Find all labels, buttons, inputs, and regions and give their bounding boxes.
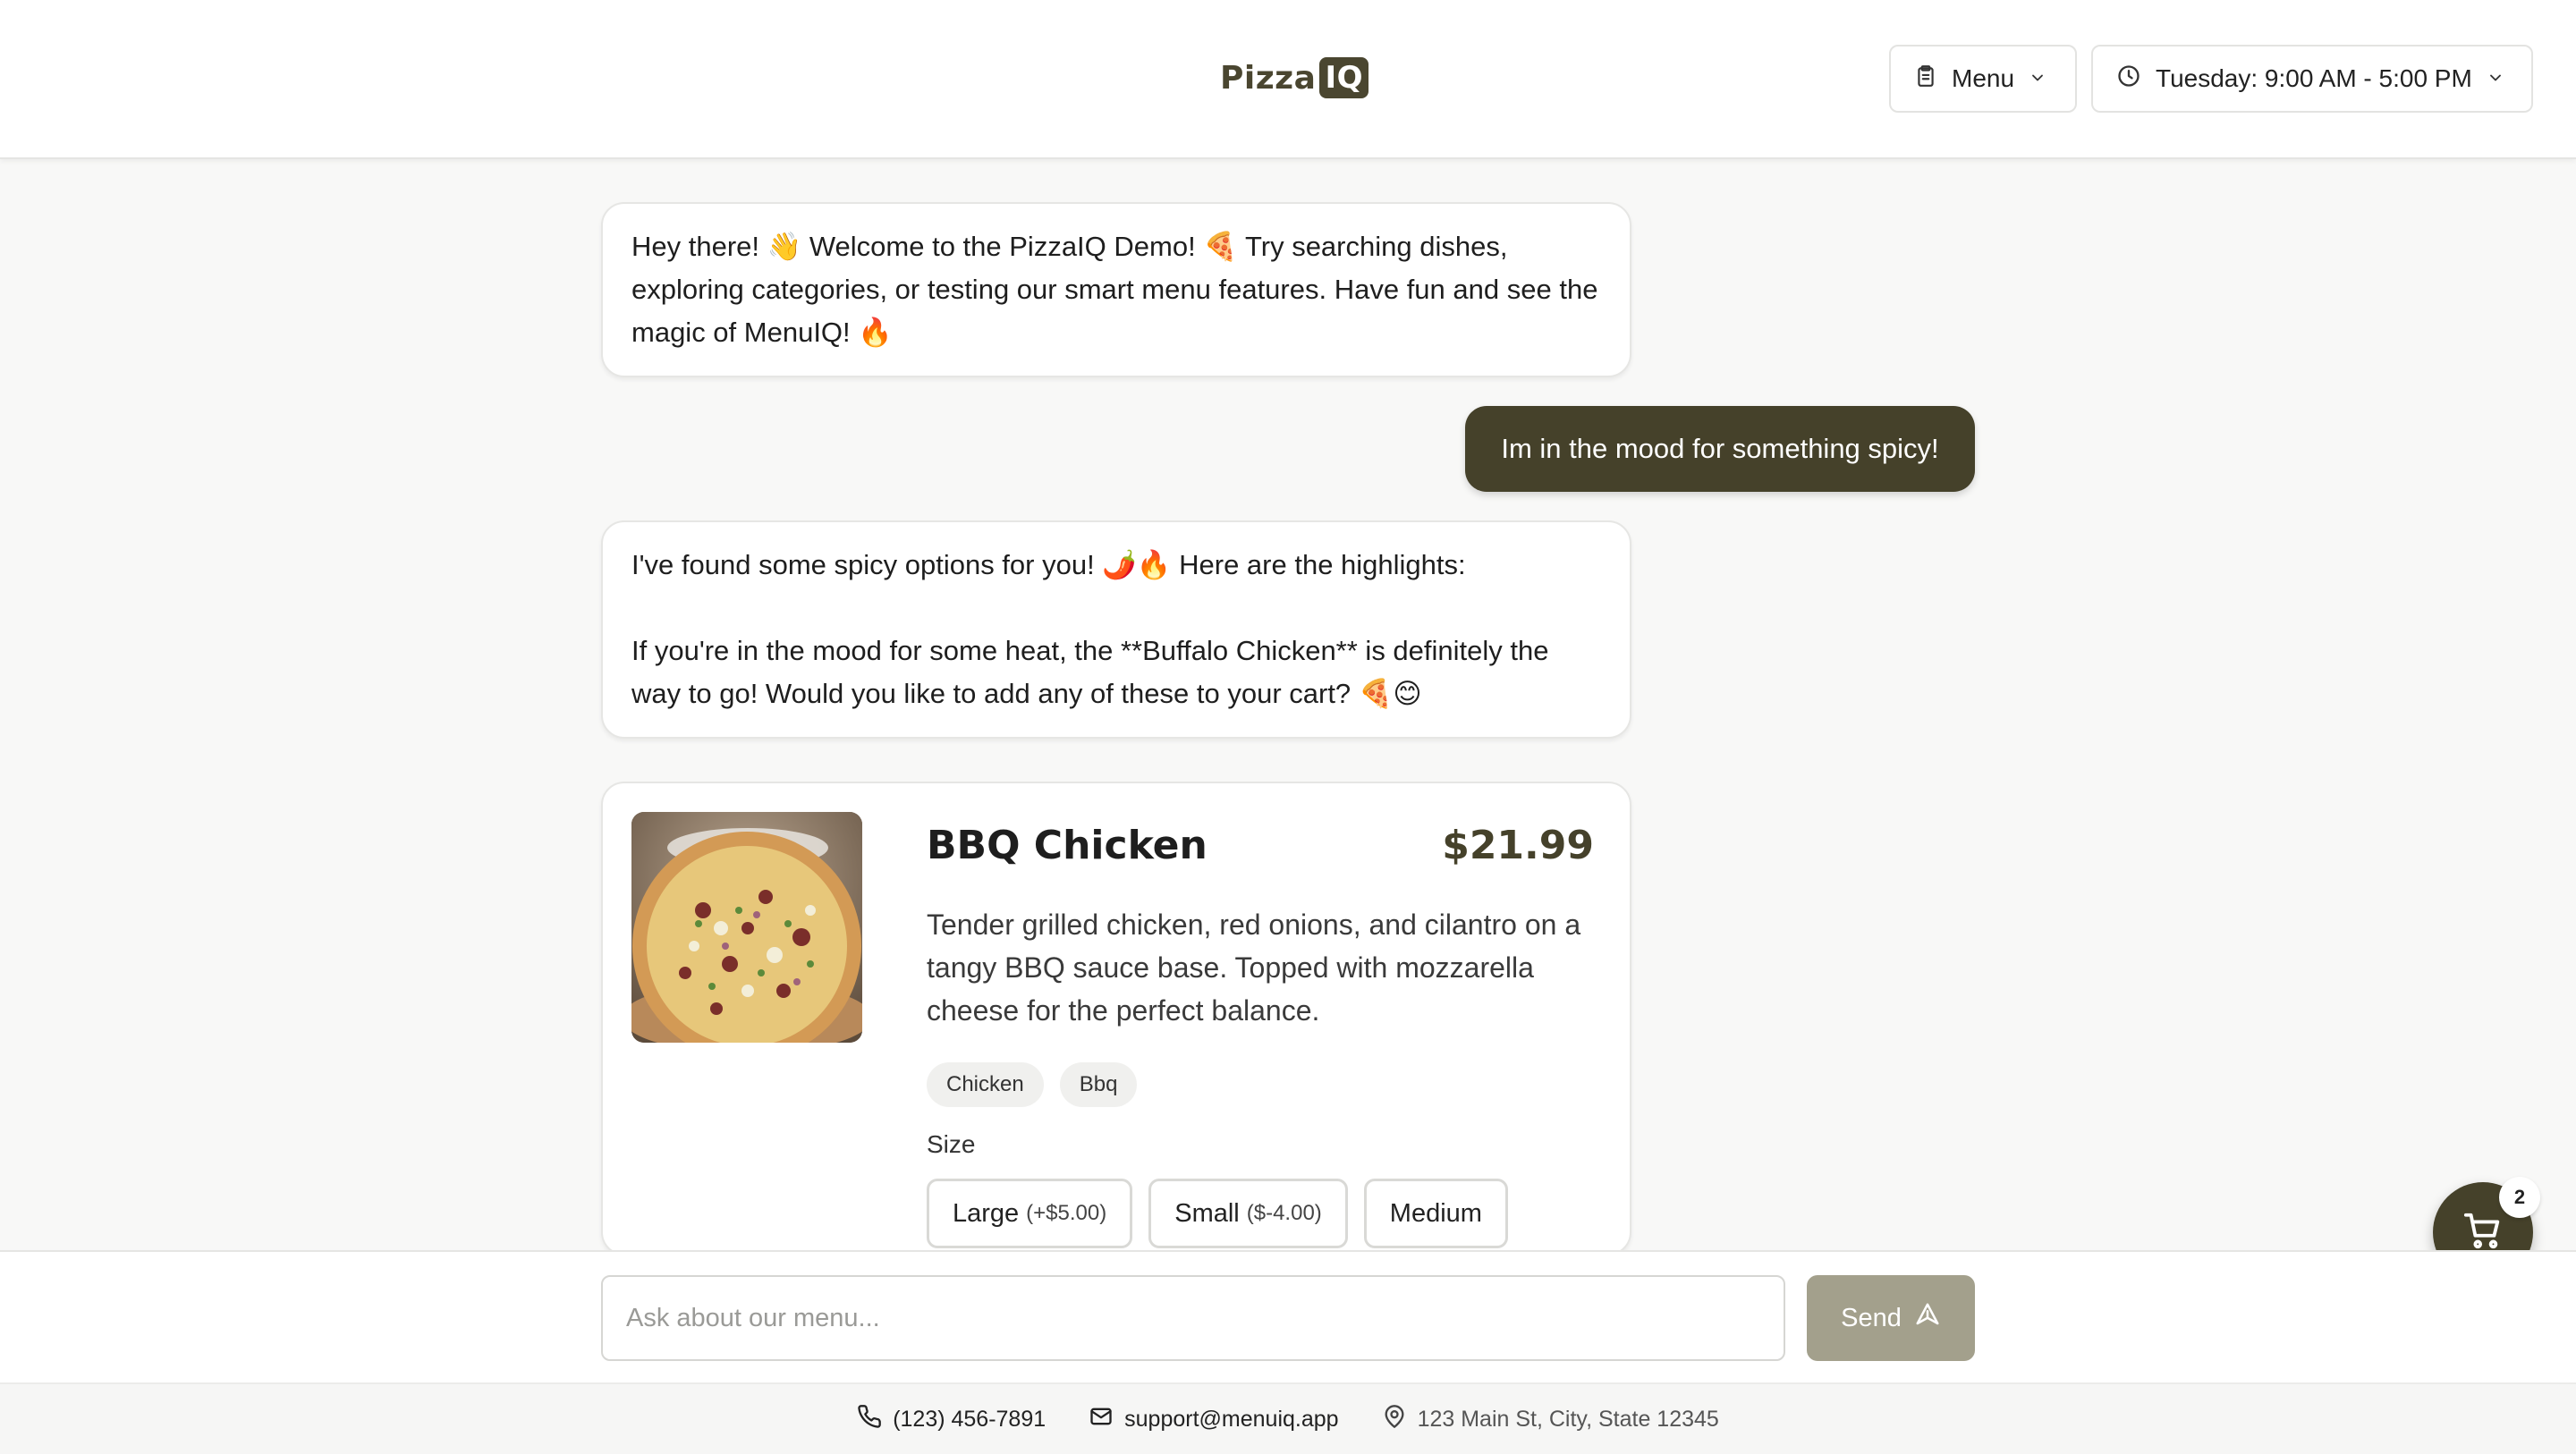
chevron-down-icon <box>2487 64 2504 93</box>
chat-input[interactable] <box>601 1275 1785 1361</box>
size-option-large[interactable]: Large (+$5.00) <box>927 1179 1133 1248</box>
size-price-modifier: ($-4.00) <box>1246 1201 1322 1225</box>
size-name: Large <box>953 1198 1020 1228</box>
product-tags: Chicken Bbq <box>927 1062 1138 1107</box>
phone-icon <box>857 1404 882 1435</box>
size-options: Large (+$5.00) Small ($-4.00) Medium <box>927 1179 1508 1248</box>
footer-address[interactable]: 123 Main St, City, State 12345 <box>1382 1404 1719 1435</box>
menu-button-label: Menu <box>1952 64 2015 92</box>
hours-dropdown-button[interactable]: Tuesday: 9:00 AM - 5:00 PM <box>2091 45 2533 113</box>
menu-dropdown-button[interactable]: Menu <box>1889 45 2077 113</box>
product-card: BBQ Chicken $21.99 Tender grilled chicke… <box>601 782 1631 1255</box>
assistant-message-welcome: Hey there! 👋 Welcome to the PizzaIQ Demo… <box>601 202 1631 377</box>
pizzaiq-logo[interactable]: Pizza IQ <box>1220 55 1368 100</box>
logo-text: Pizza <box>1220 59 1317 97</box>
tag-bbq: Bbq <box>1059 1062 1138 1107</box>
logo-badge: IQ <box>1319 57 1368 98</box>
chat-input-bar: Send <box>0 1250 2576 1382</box>
product-description: Tender grilled chicken, red onions, and … <box>927 909 1581 1027</box>
footer-email[interactable]: support@menuiq.app <box>1089 1404 1339 1435</box>
clipboard-icon <box>1914 64 1937 94</box>
hours-label: Tuesday: 9:00 AM - 5:00 PM <box>2156 64 2472 92</box>
size-label: Size <box>927 1130 976 1158</box>
size-price-modifier: (+$5.00) <box>1026 1201 1107 1225</box>
user-message: Im in the mood for something spicy! <box>1465 406 1975 492</box>
send-button-label: Send <box>1841 1303 1902 1332</box>
product-name: BBQ Chicken <box>927 823 1208 868</box>
email-address: support@menuiq.app <box>1124 1406 1339 1432</box>
phone-number: (123) 456-7891 <box>893 1406 1046 1432</box>
chevron-down-icon <box>2029 64 2046 93</box>
size-name: Medium <box>1389 1198 1482 1228</box>
send-button[interactable]: Send <box>1807 1275 1975 1361</box>
send-icon <box>1914 1301 1941 1335</box>
contact-footer: (123) 456-7891 support@menuiq.app 123 Ma… <box>0 1382 2576 1454</box>
map-pin-icon <box>1382 1404 1407 1435</box>
assistant-message-reply: I've found some spicy options for you! 🌶… <box>601 520 1631 739</box>
footer-phone[interactable]: (123) 456-7891 <box>857 1404 1046 1435</box>
size-name: Small <box>1174 1198 1240 1228</box>
pizza-image[interactable] <box>631 812 862 1043</box>
cart-count-badge: 2 <box>2499 1177 2540 1218</box>
tag-chicken: Chicken <box>927 1062 1044 1107</box>
app-header: Pizza IQ Menu Tuesday: 9:00 AM - 5:00 PM <box>0 0 2576 159</box>
street-address: 123 Main St, City, State 12345 <box>1417 1406 1719 1432</box>
size-option-small[interactable]: Small ($-4.00) <box>1148 1179 1348 1248</box>
size-option-medium[interactable]: Medium <box>1363 1179 1508 1248</box>
shopping-cart-icon <box>2462 1210 2504 1255</box>
mail-icon <box>1089 1404 1114 1435</box>
product-price: $21.99 <box>1442 823 1594 868</box>
clock-icon <box>2116 63 2141 95</box>
